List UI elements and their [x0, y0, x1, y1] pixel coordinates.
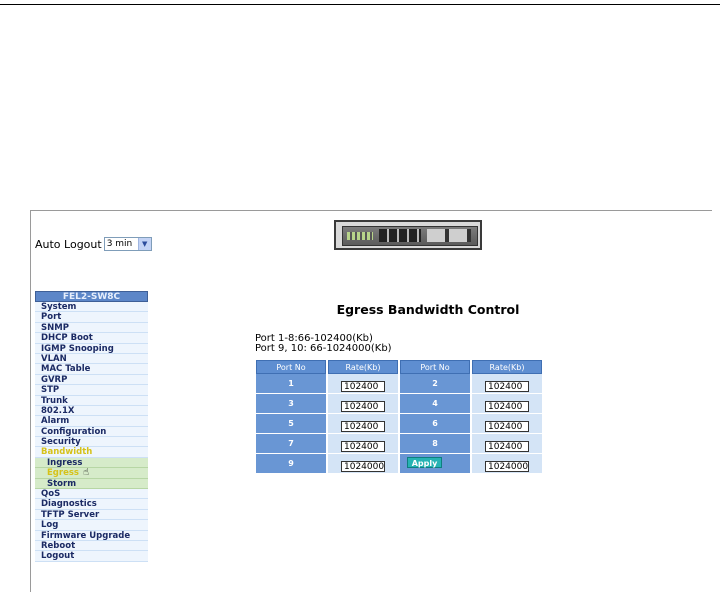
menu-item-mac-table[interactable]: MAC Table — [35, 364, 148, 375]
rate-cell: 102400 — [328, 414, 398, 434]
menu-item-logout[interactable]: Logout — [35, 551, 148, 562]
table-header-row: Port No Rate(Kb) Port No Rate(Kb) — [256, 360, 542, 374]
menu-item-snmp[interactable]: SNMP — [35, 322, 148, 334]
chevron-down-icon[interactable]: ▼ — [137, 238, 151, 250]
rate-input[interactable]: 102400 — [485, 401, 529, 412]
menu-subitem-egress[interactable]: Egress ☝ — [35, 468, 148, 479]
table-row: 1 102400 2 102400 — [256, 374, 542, 394]
rate-input[interactable]: 102400 — [485, 381, 529, 392]
port-number: 2 — [400, 374, 470, 394]
port-number: 5 — [256, 414, 326, 434]
device-rj45-ports — [379, 229, 421, 242]
top-rule — [0, 4, 720, 5]
column-header-rate: Rate(Kb) — [472, 360, 542, 374]
auto-logout-value: 3 min — [106, 239, 133, 249]
rate-cell: 1024000 — [328, 454, 398, 474]
rate-input[interactable]: 1024000 — [341, 461, 385, 472]
switch-device-image — [334, 220, 482, 250]
port-number: 6 — [400, 414, 470, 434]
menu-item-log[interactable]: Log — [35, 520, 148, 531]
port-number: 7 — [256, 434, 326, 454]
port-number: 3 — [256, 394, 326, 414]
port-number: 1 — [256, 374, 326, 394]
sidebar-menu: FEL2-SW8C System Port SNMP DHCP Boot IGM… — [35, 291, 148, 562]
rate-input[interactable]: 1024000 — [485, 461, 529, 472]
menu-subitem-egress-label: Egress — [47, 468, 79, 479]
menu-item-8021x[interactable]: 802.1X — [35, 405, 148, 417]
auto-logout-label: Auto Logout — [35, 237, 102, 251]
menu-item-stp[interactable]: STP — [35, 385, 148, 396]
menu-subitem-ingress[interactable]: Ingress — [35, 457, 148, 469]
rate-input[interactable]: 102400 — [485, 441, 529, 452]
rate-cell: 102400 — [472, 414, 542, 434]
table-row: 7 102400 8 102400 — [256, 434, 542, 454]
auto-logout-select[interactable]: 3 min ▼ — [103, 237, 152, 251]
table-row: 3 102400 4 102400 — [256, 394, 542, 414]
menu-item-gvrp[interactable]: GVRP — [35, 374, 148, 386]
menu-item-trunk[interactable]: Trunk — [35, 395, 148, 406]
menu-item-qos[interactable]: QoS — [35, 489, 148, 500]
rate-input[interactable]: 102400 — [485, 421, 529, 432]
rate-cell: 102400 — [472, 374, 542, 394]
rate-input[interactable]: 102400 — [341, 441, 385, 452]
page-title: Egress Bandwidth Control — [336, 302, 520, 317]
menu-item-bandwidth[interactable]: Bandwidth — [35, 447, 148, 458]
rate-cell: 102400 — [472, 434, 542, 454]
hand-pointer-icon: ☝ — [82, 468, 90, 479]
menu-item-tftp-server[interactable]: TFTP Server — [35, 509, 148, 521]
column-header-rate: Rate(Kb) — [328, 360, 398, 374]
rate-cell: 102400 — [328, 434, 398, 454]
menu-item-diagnostics[interactable]: Diagnostics — [35, 499, 148, 510]
menu-item-dhcp-boot[interactable]: DHCP Boot — [35, 333, 148, 344]
table-row: 9 1024000 10 1024000 — [256, 454, 542, 474]
apply-button[interactable]: Apply — [407, 457, 442, 468]
menu-item-port[interactable]: Port — [35, 312, 148, 323]
menu-subitem-storm[interactable]: Storm — [35, 478, 148, 490]
rate-cell: 102400 — [328, 374, 398, 394]
rate-cell: 102400 — [328, 394, 398, 414]
column-header-port-no: Port No — [400, 360, 470, 374]
column-header-port-no: Port No — [256, 360, 326, 374]
menu-item-system[interactable]: System — [35, 302, 148, 313]
rate-input[interactable]: 102400 — [341, 421, 385, 432]
device-fiber-ports — [427, 229, 471, 242]
menu-item-reboot[interactable]: Reboot — [35, 540, 148, 552]
menu-item-security[interactable]: Security — [35, 437, 148, 448]
rate-cell: 102400 — [472, 394, 542, 414]
port-range-info-9-10: Port 9, 10: 66-1024000(Kb) — [255, 343, 392, 354]
port-number: 4 — [400, 394, 470, 414]
menu-device-header: FEL2-SW8C — [35, 291, 148, 302]
menu-item-firmware-upgrade[interactable]: Firmware Upgrade — [35, 530, 148, 541]
menu-item-igmp-snooping[interactable]: IGMP Snooping — [35, 343, 148, 354]
device-front-panel — [342, 226, 478, 246]
device-leds — [347, 232, 373, 240]
port-number: 9 — [256, 454, 326, 474]
menu-item-vlan[interactable]: VLAN — [35, 353, 148, 365]
egress-bandwidth-table: Port No Rate(Kb) Port No Rate(Kb) 1 1024… — [254, 360, 544, 474]
rate-cell: 1024000 — [472, 454, 542, 474]
table-row: 5 102400 6 102400 — [256, 414, 542, 434]
rate-input[interactable]: 102400 — [341, 381, 385, 392]
menu-item-alarm[interactable]: Alarm — [35, 416, 148, 427]
auto-logout: Auto Logout 3 min ▼ — [35, 237, 152, 251]
port-number: 8 — [400, 434, 470, 454]
rate-input[interactable]: 102400 — [341, 401, 385, 412]
menu-item-configuration[interactable]: Configuration — [35, 426, 148, 438]
